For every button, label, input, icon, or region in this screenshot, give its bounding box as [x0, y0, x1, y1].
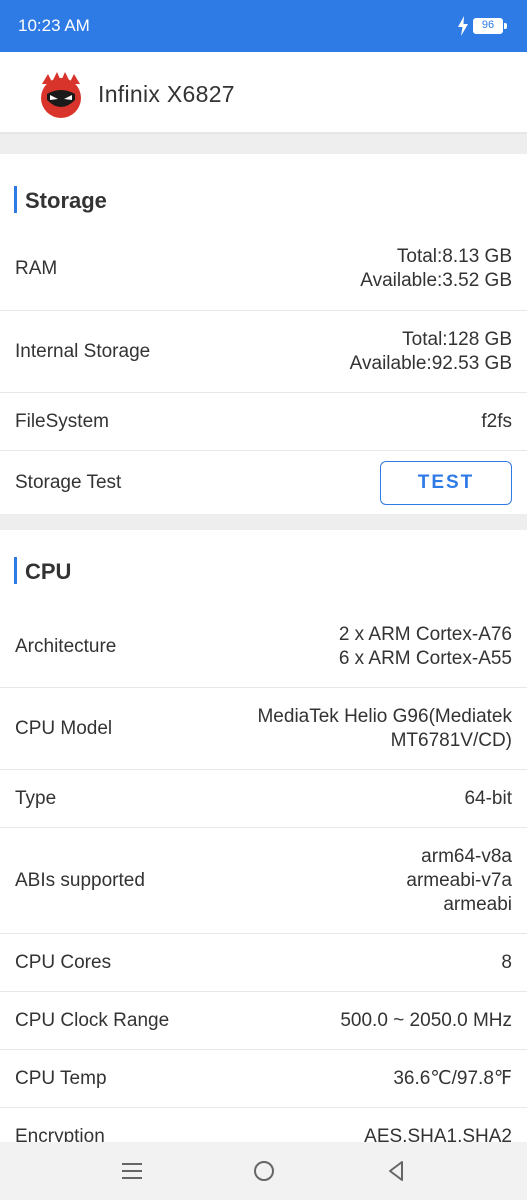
- internal-storage-total: Total:128 GB: [402, 328, 512, 350]
- status-bar: 10:23 AM 96: [0, 0, 527, 52]
- architecture-row: Architecture 2 x ARM Cortex-A76 6 x ARM …: [0, 606, 527, 688]
- app-header: Infinix X6827: [0, 52, 527, 134]
- menu-button[interactable]: [117, 1157, 147, 1185]
- abis-value: arm64-v8a armeabi-v7a armeabi: [406, 845, 512, 917]
- internal-storage-available: Available:92.53 GB: [349, 352, 512, 374]
- storage-section-header: Storage: [0, 154, 527, 228]
- section-accent-bar: [14, 186, 17, 213]
- cpu-clock-label: CPU Clock Range: [15, 1009, 170, 1031]
- cpu-temp-label: CPU Temp: [15, 1067, 107, 1089]
- cpu-temp-row: CPU Temp 36.6℃/97.8℉: [0, 1050, 527, 1108]
- architecture-line-1: 2 x ARM Cortex-A76: [338, 623, 512, 645]
- status-indicators: 96: [457, 16, 507, 36]
- section-divider: [0, 514, 527, 530]
- type-row: Type 64-bit: [0, 770, 527, 828]
- encryption-label: Encryption: [15, 1125, 105, 1143]
- ram-row: RAM Total:8.13 GB Available:3.52 GB: [0, 228, 527, 311]
- cpu-cores-value: 8: [501, 951, 512, 973]
- filesystem-row: FileSystem f2fs: [0, 393, 527, 451]
- back-button[interactable]: [381, 1157, 411, 1185]
- ram-total: Total:8.13 GB: [396, 246, 512, 267]
- cpu-section-header: CPU: [0, 530, 527, 606]
- section-divider: [0, 134, 527, 154]
- abis-label: ABIs supported: [15, 869, 145, 891]
- antutu-logo-icon: [41, 72, 81, 118]
- storage-section-title: Storage: [25, 188, 107, 213]
- cpu-model-line-1: MediaTek Helio G96(Mediatek: [257, 705, 512, 727]
- filesystem-label: FileSystem: [15, 410, 109, 432]
- storage-test-label: Storage Test: [15, 471, 122, 493]
- cpu-clock-value: 500.0 ~ 2050.0 MHz: [340, 1009, 512, 1031]
- architecture-label: Architecture: [15, 635, 117, 657]
- battery-level: 96: [481, 19, 495, 31]
- type-label: Type: [15, 787, 57, 809]
- abis-row: ABIs supported arm64-v8a armeabi-v7a arm…: [0, 828, 527, 934]
- architecture-value: 2 x ARM Cortex-A76 6 x ARM Cortex-A55: [339, 623, 512, 671]
- back-triangle-icon: [389, 1161, 403, 1181]
- home-button[interactable]: [249, 1157, 279, 1185]
- navigation-bar: [0, 1142, 527, 1200]
- internal-storage-row: Internal Storage Total:128 GB Available:…: [0, 311, 527, 393]
- section-accent-bar: [14, 557, 17, 584]
- cpu-clock-row: CPU Clock Range 500.0 ~ 2050.0 MHz: [0, 992, 527, 1050]
- ram-value: Total:8.13 GB Available:3.52 GB: [360, 245, 512, 293]
- cpu-model-line-2: MT6781V/CD): [390, 729, 512, 751]
- cpu-model-label: CPU Model: [15, 717, 113, 739]
- cpu-cores-label: CPU Cores: [15, 951, 112, 973]
- abi-item: armeabi-v7a: [406, 869, 512, 891]
- architecture-line-2: 6 x ARM Cortex-A55: [338, 647, 512, 669]
- storage-test-button[interactable]: TEST: [380, 460, 512, 505]
- ram-label: RAM: [15, 258, 58, 279]
- content-scroll[interactable]: Storage RAM Total:8.13 GB Available:3.52…: [0, 134, 527, 1142]
- storage-test-row: Storage Test TEST: [0, 451, 527, 514]
- abi-item: arm64-v8a: [421, 845, 512, 867]
- battery-icon: 96: [473, 18, 507, 34]
- cpu-model-value: MediaTek Helio G96(Mediatek MT6781V/CD): [257, 705, 512, 753]
- filesystem-value: f2fs: [481, 410, 512, 432]
- ram-available: Available:3.52 GB: [360, 270, 512, 291]
- status-time: 10:23 AM: [18, 16, 90, 35]
- cpu-cores-row: CPU Cores 8: [0, 934, 527, 992]
- encryption-row: Encryption AES,SHA1,SHA2: [0, 1108, 527, 1143]
- cpu-model-row: CPU Model MediaTek Helio G96(Mediatek MT…: [0, 688, 527, 770]
- lightning-bolt-icon: [458, 16, 468, 36]
- internal-storage-value: Total:128 GB Available:92.53 GB: [350, 328, 512, 376]
- cpu-section-title: CPU: [25, 559, 72, 584]
- abi-item: armeabi: [443, 893, 512, 915]
- internal-storage-label: Internal Storage: [15, 340, 151, 362]
- type-value: 64-bit: [464, 787, 512, 809]
- menu-icon: [122, 1163, 142, 1179]
- encryption-value: AES,SHA1,SHA2: [364, 1125, 512, 1143]
- cpu-temp-value: 36.6℃/97.8℉: [393, 1067, 512, 1089]
- device-name: Infinix X6827: [98, 81, 235, 107]
- home-circle-icon: [254, 1161, 274, 1181]
